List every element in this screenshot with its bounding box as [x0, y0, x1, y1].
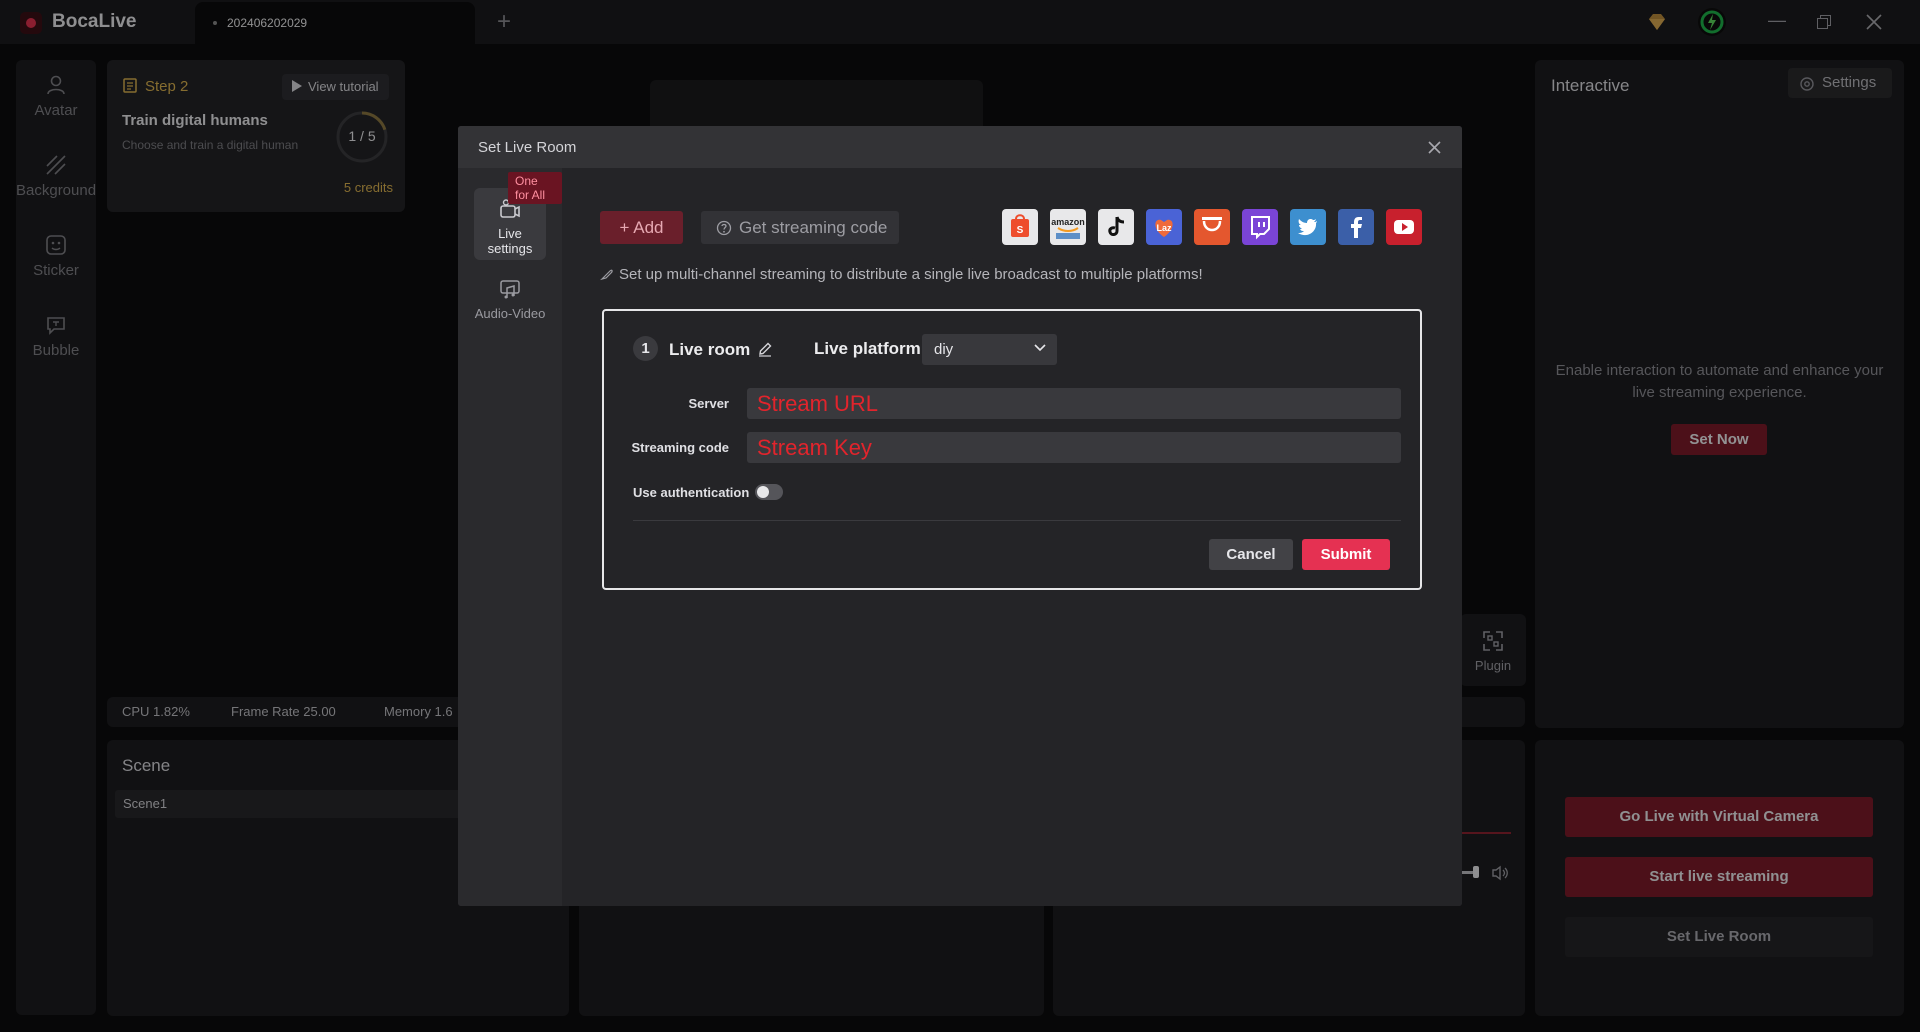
room-number: 1 — [633, 336, 658, 361]
cancel-button[interactable]: Cancel — [1209, 539, 1293, 570]
tiktok-icon[interactable] — [1098, 209, 1134, 245]
streaming-code-input[interactable]: Stream Key — [747, 432, 1401, 463]
multi-channel-tip-text: Set up multi-channel streaming to distri… — [619, 266, 1203, 283]
shopee-icon[interactable]: S — [1002, 209, 1038, 245]
chevron-down-icon — [1034, 344, 1046, 352]
edit-pencil-icon[interactable] — [757, 341, 773, 357]
nav-live-settings-label: Live settings — [487, 226, 533, 256]
use-authentication-toggle[interactable] — [755, 484, 783, 500]
audio-video-icon — [500, 280, 520, 299]
nav-audio-video-label: Audio-Video — [474, 306, 546, 321]
twitter-icon[interactable] — [1290, 209, 1326, 245]
submit-button[interactable]: Submit — [1302, 539, 1390, 570]
live-platform-label: Live platform — [814, 339, 921, 358]
server-input[interactable]: Stream URL — [747, 388, 1401, 419]
card-divider — [633, 520, 1401, 521]
feather-icon — [600, 269, 613, 281]
svg-text:S: S — [1017, 225, 1024, 236]
aliexpress-icon[interactable] — [1194, 209, 1230, 245]
live-room-label: Live room — [669, 340, 751, 359]
twitch-icon[interactable] — [1242, 209, 1278, 245]
add-button[interactable]: + Add — [600, 211, 683, 244]
nav-audio-video[interactable]: Audio-Video — [474, 268, 546, 340]
modal-body: + Add Get streaming code S amazon Laz Se… — [562, 168, 1462, 906]
modal-title: Set Live Room — [478, 139, 577, 156]
close-icon[interactable] — [1428, 141, 1441, 154]
modal-header: Set Live Room — [458, 126, 1462, 168]
modal-nav: Live settings One for All Audio-Video — [458, 168, 562, 906]
facebook-icon[interactable] — [1338, 209, 1374, 245]
amazon-icon[interactable]: amazon — [1050, 209, 1086, 245]
multi-channel-tip: Set up multi-channel streaming to distri… — [600, 266, 1203, 283]
streaming-code-label: Streaming code — [631, 440, 729, 455]
svg-text:amazon: amazon — [1051, 217, 1085, 227]
help-circle-icon — [716, 220, 732, 236]
set-live-room-modal: Set Live Room Live settings One for All … — [458, 126, 1462, 906]
youtube-icon[interactable] — [1386, 209, 1422, 245]
lazada-icon[interactable]: Laz — [1146, 209, 1182, 245]
live-room-card: 1 Live room Live platform diy Server Str… — [602, 309, 1422, 590]
use-authentication-label: Use authentication — [633, 485, 750, 500]
svg-text:Laz: Laz — [1156, 223, 1172, 233]
one-for-all-badge: One for All — [508, 172, 562, 204]
server-label: Server — [688, 396, 729, 411]
